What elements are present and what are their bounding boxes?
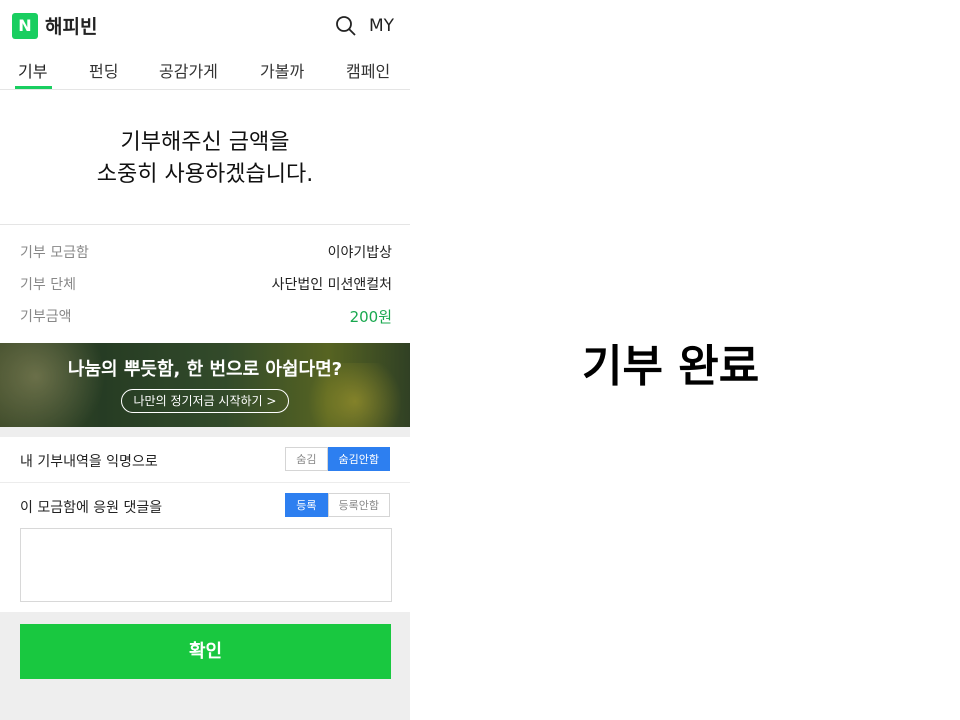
comment-input[interactable] (20, 528, 392, 602)
anonymous-toggle: 숨김 숨김안함 (285, 447, 390, 471)
my-button[interactable]: MY (369, 16, 394, 36)
donation-info: 기부 모금함 이야기밥상 기부 단체 사단법인 미션앤컬처 기부금액 200원 (0, 225, 410, 343)
comment-toggle: 등록 등록안함 (285, 493, 390, 517)
no-hide-button[interactable]: 숨김안함 (327, 447, 390, 471)
section-divider (0, 427, 410, 437)
register-button[interactable]: 등록 (285, 493, 328, 517)
top-bar: N 해피빈 MY (0, 0, 410, 52)
mobile-screen: N 해피빈 MY 기부 펀딩 공감가게 가볼까 캠페인 기부해주신 금액을 소중… (0, 0, 410, 720)
tab-empathy-store[interactable]: 공감가게 (159, 58, 218, 82)
info-row-org: 기부 단체 사단법인 미션앤컬처 (0, 268, 410, 298)
info-label: 기부 모금함 (20, 245, 89, 261)
promo-banner[interactable]: 나눔의 뿌듯함, 한 번으로 아쉽다면? 나만의 정기저금 시작하기 > (0, 343, 410, 427)
info-row-box: 기부 모금함 이야기밥상 (0, 236, 410, 266)
info-label: 기부 단체 (20, 277, 76, 293)
tab-bar: 기부 펀딩 공감가게 가볼까 캠페인 (0, 52, 410, 90)
tab-donate[interactable]: 기부 (18, 58, 47, 82)
thanks-message: 기부해주신 금액을 소중히 사용하겠습니다. (0, 90, 410, 225)
active-tab-indicator (15, 86, 52, 89)
thanks-line-2: 소중히 사용하겠습니다. (96, 162, 314, 187)
anonymous-option-row: 내 기부내역을 익명으로 숨김 숨김안함 (0, 437, 410, 483)
search-icon[interactable] (335, 15, 357, 37)
tab-campaign[interactable]: 캠페인 (346, 58, 390, 82)
no-register-button[interactable]: 등록안함 (327, 493, 390, 517)
comment-label: 이 모금함에 응원 댓글을 (20, 500, 163, 516)
anonymous-label: 내 기부내역을 익명으로 (20, 454, 158, 470)
start-saving-button[interactable]: 나만의 정기저금 시작하기 > (121, 389, 289, 413)
banner-title: 나눔의 뿌듯함, 한 번으로 아쉽다면? (67, 359, 343, 380)
tab-go[interactable]: 가볼까 (260, 58, 304, 82)
thanks-line-1: 기부해주신 금액을 (120, 130, 290, 155)
info-value: 이야기밥상 (327, 245, 392, 261)
info-value: 사단법인 미션앤컬처 (271, 277, 392, 293)
comment-option-row: 이 모금함에 응원 댓글을 등록 등록안함 (0, 483, 410, 528)
brand-title[interactable]: 해피빈 (45, 12, 97, 39)
donation-amount: 200원 (349, 308, 392, 326)
confirm-button[interactable]: 확인 (20, 624, 391, 679)
hide-button[interactable]: 숨김 (285, 447, 328, 471)
naver-logo[interactable]: N (12, 13, 38, 39)
tab-funding[interactable]: 펀딩 (89, 58, 118, 82)
info-label: 기부금액 (20, 309, 72, 325)
completion-title: 기부 완료 (582, 341, 760, 392)
info-row-amount: 기부금액 200원 (0, 300, 410, 330)
